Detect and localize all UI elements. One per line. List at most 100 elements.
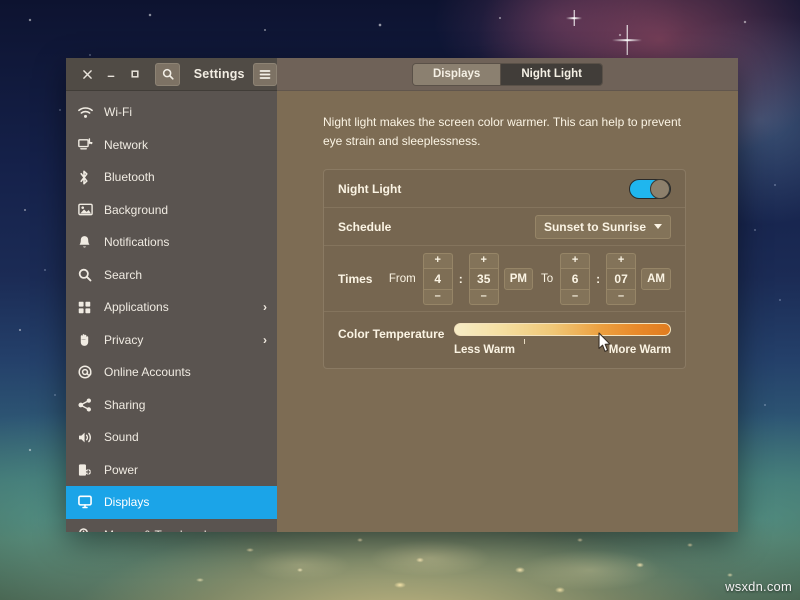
sidebar-item-label: Network	[104, 138, 148, 152]
to-label: To	[539, 273, 555, 285]
speaker-icon	[78, 431, 98, 444]
desktop-wallpaper: Settings Displays Night Light	[0, 0, 800, 600]
close-icon[interactable]	[75, 63, 99, 85]
color-temperature-row: Color Temperature Less Warm More Warm	[324, 312, 685, 368]
view-tabs: Displays Night Light	[412, 63, 603, 86]
sidebar-item-sharing[interactable]: Sharing	[66, 389, 277, 422]
bell-icon	[78, 235, 98, 250]
schedule-dropdown-value: Sunset to Sunrise	[544, 220, 646, 234]
to-minute-increment-button[interactable]: +	[606, 253, 636, 268]
from-meridiem-button[interactable]: PM	[504, 268, 533, 290]
slider-tick-mark	[524, 339, 525, 344]
window-title: Settings	[194, 67, 245, 81]
slider-max-label: More Warm	[609, 344, 671, 356]
schedule-label: Schedule	[338, 220, 391, 234]
settings-window: Settings Displays Night Light	[66, 58, 738, 532]
tab-displays[interactable]: Displays	[413, 64, 501, 85]
chevron-down-icon	[654, 224, 662, 229]
hamburger-menu-icon[interactable]	[253, 63, 277, 86]
to-time-group: To + 6 – : + 07 –	[539, 253, 671, 305]
to-minute-value[interactable]: 07	[606, 268, 636, 290]
from-hour-decrement-button[interactable]: –	[423, 290, 453, 305]
slider-end-labels: Less Warm More Warm	[454, 344, 671, 356]
battery-power-icon	[78, 463, 98, 477]
schedule-dropdown[interactable]: Sunset to Sunrise	[535, 215, 671, 239]
sidebar-item-bluetooth[interactable]: Bluetooth	[66, 161, 277, 194]
sidebar-item-background[interactable]: Background	[66, 194, 277, 227]
window-body: Wi-Fi Network Bluetooth	[66, 91, 738, 532]
sidebar-item-search[interactable]: Search	[66, 259, 277, 292]
titlebar-right-section: Displays Night Light	[277, 58, 738, 91]
site-watermark: wsxdn.com	[725, 579, 792, 594]
sidebar-item-displays[interactable]: Displays	[66, 486, 277, 519]
image-icon	[78, 203, 98, 216]
window-titlebar: Settings Displays Night Light	[66, 58, 738, 91]
mouse-icon	[78, 528, 98, 532]
sidebar-item-notifications[interactable]: Notifications	[66, 226, 277, 259]
times-label: Times	[338, 272, 372, 286]
bluetooth-icon	[78, 170, 98, 185]
sidebar-item-label: Notifications	[104, 235, 169, 249]
night-light-settings-card: Night Light Schedule Sunset to Sunris	[323, 169, 686, 369]
schedule-row: Schedule Sunset to Sunrise	[324, 208, 685, 246]
sidebar-item-label: Sound	[104, 430, 139, 444]
sidebar-item-mouse-touchpad[interactable]: Mouse & Touchpad	[66, 519, 277, 533]
sidebar-item-label: Wi-Fi	[104, 105, 132, 119]
from-minute-stepper: + 35 –	[469, 253, 499, 305]
sidebar-item-label: Search	[104, 268, 142, 282]
from-time-separator: :	[458, 272, 464, 286]
to-hour-increment-button[interactable]: +	[560, 253, 590, 268]
sidebar-item-label: Privacy	[104, 333, 143, 347]
night-light-row: Night Light	[324, 170, 685, 208]
night-light-toggle[interactable]	[629, 179, 671, 199]
from-minute-increment-button[interactable]: +	[469, 253, 499, 268]
hand-privacy-icon	[78, 333, 98, 347]
sidebar-item-power[interactable]: Power	[66, 454, 277, 487]
to-hour-decrement-button[interactable]: –	[560, 290, 590, 305]
from-hour-value[interactable]: 4	[423, 268, 453, 290]
color-temperature-slider-wrap: Less Warm More Warm	[454, 323, 671, 356]
titlebar-left-section: Settings	[66, 58, 277, 91]
sidebar-item-label: Background	[104, 203, 168, 217]
sidebar-item-network[interactable]: Network	[66, 129, 277, 162]
wifi-icon	[78, 106, 98, 119]
to-time-separator: :	[595, 272, 601, 286]
minimize-icon[interactable]	[99, 63, 123, 85]
sidebar-item-wifi[interactable]: Wi-Fi	[66, 96, 277, 129]
sidebar-item-applications[interactable]: Applications ›	[66, 291, 277, 324]
search-icon[interactable]	[155, 63, 179, 86]
from-hour-stepper: + 4 –	[423, 253, 453, 305]
from-label: From	[387, 273, 418, 285]
from-minute-decrement-button[interactable]: –	[469, 290, 499, 305]
sidebar-item-privacy[interactable]: Privacy ›	[66, 324, 277, 357]
night-light-panel: Night light makes the screen color warme…	[277, 91, 738, 532]
night-light-description: Night light makes the screen color warme…	[323, 113, 695, 150]
sidebar-item-label: Power	[104, 463, 138, 477]
sidebar-item-label: Displays	[104, 495, 149, 509]
sidebar-item-sound[interactable]: Sound	[66, 421, 277, 454]
schedule-row-controls: Sunset to Sunrise	[535, 215, 671, 239]
to-hour-value[interactable]: 6	[560, 268, 590, 290]
color-temperature-label: Color Temperature	[338, 327, 444, 341]
maximize-icon[interactable]	[123, 63, 147, 85]
sidebar-item-label: Bluetooth	[104, 170, 155, 184]
slider-min-label: Less Warm	[454, 344, 515, 356]
night-light-row-controls	[629, 179, 671, 199]
from-minute-value[interactable]: 35	[469, 268, 499, 290]
to-hour-stepper: + 6 –	[560, 253, 590, 305]
from-hour-increment-button[interactable]: +	[423, 253, 453, 268]
sidebar-item-label: Sharing	[104, 398, 145, 412]
sidebar-item-online-accounts[interactable]: Online Accounts	[66, 356, 277, 389]
night-light-label: Night Light	[338, 182, 401, 196]
toggle-knob	[650, 179, 670, 199]
to-minute-decrement-button[interactable]: –	[606, 290, 636, 305]
color-temperature-slider[interactable]	[454, 323, 671, 336]
grid-apps-icon	[78, 301, 98, 314]
times-row: Times From + 4 – :	[324, 246, 685, 312]
tab-night-light[interactable]: Night Light	[501, 64, 602, 85]
share-nodes-icon	[78, 398, 98, 412]
chevron-right-icon: ›	[263, 300, 267, 314]
at-sign-icon	[78, 365, 98, 379]
to-meridiem-button[interactable]: AM	[641, 268, 671, 290]
search-icon	[78, 268, 98, 282]
